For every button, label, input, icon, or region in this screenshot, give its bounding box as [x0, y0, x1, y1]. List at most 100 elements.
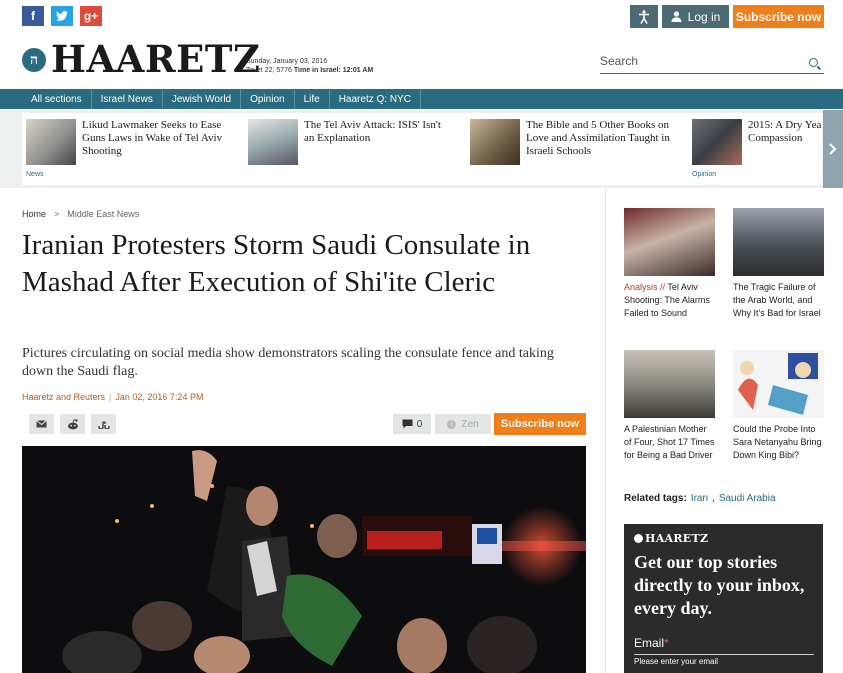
- teaser-section[interactable]: News: [26, 171, 44, 178]
- stumbleupon-share-button[interactable]: [91, 414, 116, 434]
- teaser-item[interactable]: The Tel Aviv Attack: ISIS' Isn't an Expl…: [248, 119, 453, 179]
- nav-israel-news[interactable]: Israel News: [92, 89, 163, 109]
- newsletter-box: HAARETZ Get our top stories directly to …: [624, 524, 823, 673]
- email-share-button[interactable]: [29, 414, 54, 434]
- teaser-title[interactable]: 2015: A Dry Yea Compassion: [748, 119, 822, 145]
- teaser-title[interactable]: Likud Lawmaker Seeks to Ease Guns Laws i…: [82, 119, 232, 158]
- chevron-right-icon: [829, 143, 837, 155]
- teaser-thumbnail[interactable]: [692, 119, 742, 165]
- sidebar-card-text[interactable]: Could the Probe Into Sara Netanyahu Brin…: [733, 423, 824, 462]
- breadcrumb-current[interactable]: Middle East News: [67, 209, 139, 219]
- googleplus-icon: g+: [83, 9, 99, 23]
- subscribe-button-article[interactable]: Subscribe now: [494, 413, 586, 435]
- search-input[interactable]: [600, 52, 800, 70]
- teaser-title[interactable]: The Bible and 5 Other Books on Love and …: [526, 119, 676, 158]
- article-main-photo[interactable]: [22, 446, 586, 673]
- newsletter-title: Get our top stories directly to your inb…: [634, 552, 805, 618]
- login-button[interactable]: Log in: [662, 5, 729, 28]
- newsletter-email-field[interactable]: [634, 654, 814, 668]
- breadcrumb: Home > Middle East News: [22, 209, 139, 219]
- teaser-section[interactable]: Opinion: [692, 171, 716, 178]
- share-toolbar: [29, 414, 116, 434]
- byline: Haaretz and Reuters | Jan 02, 2016 7:24 …: [22, 392, 203, 402]
- sidebar-card-image[interactable]: [624, 350, 715, 418]
- nav-haaretz-q-nyc[interactable]: Haaretz Q: NYC: [330, 89, 421, 109]
- email-label: Email*: [634, 636, 669, 650]
- zen-label: Zen: [461, 418, 479, 430]
- twitter-share-button[interactable]: [51, 6, 73, 26]
- sidebar-card[interactable]: The Tragic Failure of the Arab World, an…: [733, 208, 824, 320]
- teaser-strip: Likud Lawmaker Seeks to Ease Guns Laws i…: [0, 110, 843, 188]
- protest-photo-illustration: [22, 446, 586, 673]
- tag-link[interactable]: Iran: [691, 493, 708, 504]
- breadcrumb-separator: >: [54, 209, 60, 219]
- breadcrumb-home[interactable]: Home: [22, 209, 46, 219]
- facebook-share-button[interactable]: f: [22, 6, 44, 26]
- sidebar-card-image[interactable]: [624, 208, 715, 276]
- teaser-item[interactable]: The Bible and 5 Other Books on Love and …: [470, 119, 675, 179]
- sidebar-card-image[interactable]: [733, 208, 824, 276]
- teaser-title[interactable]: The Tel Aviv Attack: ISIS' Isn't an Expl…: [304, 119, 454, 145]
- date-gregorian: Sunday, January 03, 2016: [246, 58, 328, 65]
- sidebar-card[interactable]: Analysis // Tel Aviv Shooting: The Alarm…: [624, 208, 715, 320]
- comments-button[interactable]: 0: [393, 414, 431, 434]
- teaser-strip-inner: Likud Lawmaker Seeks to Ease Guns Laws i…: [22, 113, 822, 185]
- byline-separator: |: [109, 392, 112, 402]
- reddit-icon: [67, 418, 78, 429]
- sidebar-card-text[interactable]: The Tragic Failure of the Arab World, an…: [733, 281, 824, 320]
- subscribe-button-top[interactable]: Subscribe now: [733, 5, 824, 28]
- main-nav: All sections Israel News Jewish World Op…: [0, 89, 843, 109]
- facebook-icon: f: [31, 9, 35, 23]
- haaretz-logo[interactable]: HAARETZ: [51, 41, 260, 78]
- newsletter-logo: HAARETZ: [634, 532, 708, 545]
- required-mark: *: [664, 636, 669, 650]
- teaser-thumbnail[interactable]: [470, 119, 520, 165]
- newsletter-logo-mark: [634, 534, 643, 543]
- googleplus-share-button[interactable]: g+: [80, 6, 102, 26]
- search-box: [600, 52, 824, 74]
- tag-link[interactable]: Saudi Arabia: [719, 493, 776, 504]
- sidebar-card-text[interactable]: A Palestinian Mother of Four, Shot 17 Ti…: [624, 423, 715, 462]
- sidebar-card-image[interactable]: [733, 350, 824, 418]
- reddit-share-button[interactable]: [60, 414, 85, 434]
- article-subhead: Pictures circulating on social media sho…: [22, 346, 554, 379]
- twitter-icon: [56, 11, 68, 21]
- sidebar-card-label: Analysis //: [624, 282, 668, 292]
- user-icon: [671, 11, 682, 22]
- sidebar-card-text[interactable]: Analysis // Tel Aviv Shooting: The Alarm…: [624, 281, 715, 320]
- email-label-text: Email: [634, 636, 665, 650]
- stumbleupon-icon: [97, 420, 110, 429]
- column-divider: [605, 188, 606, 673]
- comment-icon: [402, 419, 413, 429]
- nav-jewish-world[interactable]: Jewish World: [163, 89, 242, 109]
- byline-date: Jan 02, 2016 7:24 PM: [115, 392, 204, 402]
- teaser-item[interactable]: 2015: A Dry Yea Compassion Opinion: [692, 119, 822, 179]
- date-line: Sunday, January 03, 2016 Tevet 22, 5776 …: [246, 57, 373, 75]
- zen-icon: i: [447, 419, 457, 429]
- nav-opinion[interactable]: Opinion: [241, 89, 295, 109]
- teaser-thumbnail[interactable]: [248, 119, 298, 165]
- article-headline: Iranian Protesters Storm Saudi Consulate…: [22, 229, 531, 298]
- zen-mode-button[interactable]: i Zen: [435, 414, 491, 434]
- nav-life[interactable]: Life: [295, 89, 330, 109]
- teaser-next-button[interactable]: [823, 110, 843, 188]
- teaser-item[interactable]: Likud Lawmaker Seeks to Ease Guns Laws i…: [26, 119, 231, 179]
- accessibility-button[interactable]: [630, 5, 658, 28]
- teaser-thumbnail[interactable]: [26, 119, 76, 165]
- newsletter-logo-text: HAARETZ: [645, 532, 709, 545]
- sidebar-card[interactable]: A Palestinian Mother of Four, Shot 17 Ti…: [624, 350, 715, 462]
- related-tags-label: Related tags:: [624, 493, 687, 504]
- login-label: Log in: [687, 9, 721, 24]
- search-icon[interactable]: [809, 58, 818, 67]
- cartoon-illustration: [733, 350, 824, 418]
- byline-author[interactable]: Haaretz and Reuters: [22, 392, 105, 402]
- envelope-icon: [36, 420, 47, 428]
- date-hebrew: Tevet 22, 5776: [246, 67, 294, 74]
- related-tags: Related tags: Iran , Saudi Arabia: [624, 493, 776, 504]
- tag-separator: ,: [712, 493, 715, 504]
- accessibility-icon: [639, 9, 649, 24]
- nav-all-sections[interactable]: All sections: [22, 89, 92, 109]
- haaretz-logo-mark[interactable]: ה: [22, 48, 46, 72]
- sidebar-card[interactable]: Could the Probe Into Sara Netanyahu Brin…: [733, 350, 824, 462]
- comment-count: 0: [416, 418, 423, 430]
